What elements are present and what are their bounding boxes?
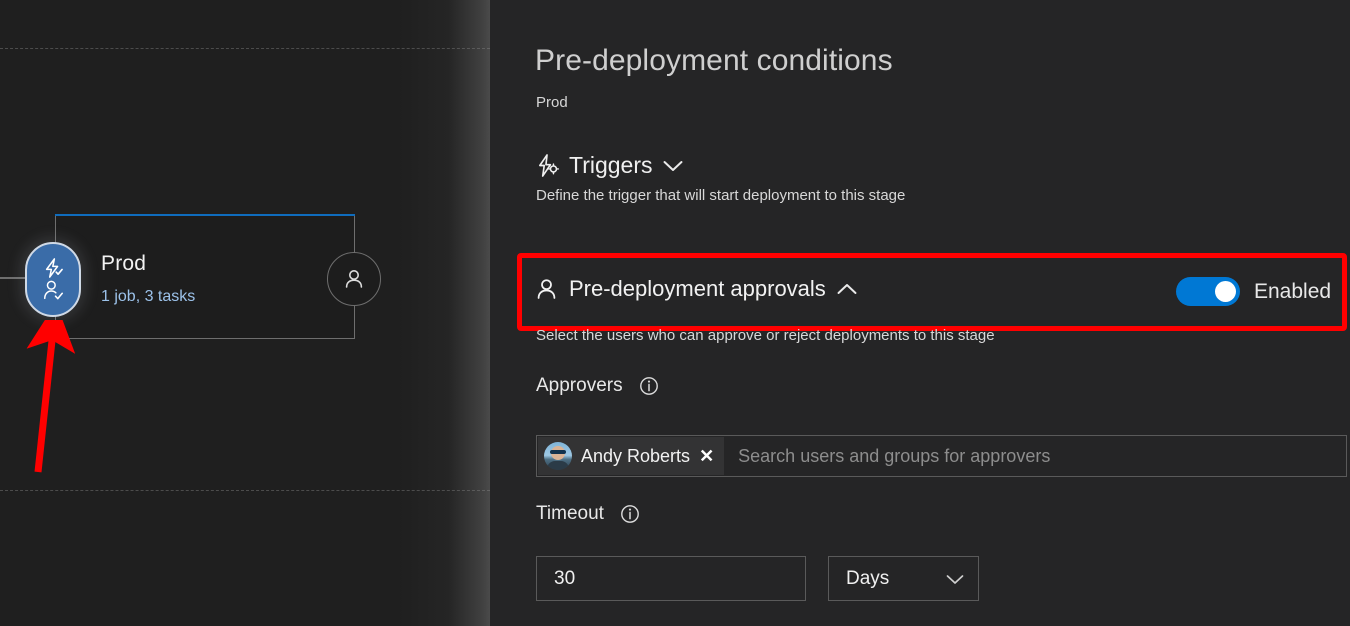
timeout-value: 30 [554, 567, 576, 589]
person-icon [534, 277, 559, 302]
pre-deployment-conditions-badge[interactable] [25, 242, 81, 317]
approvers-search-placeholder[interactable]: Search users and groups for approvers [738, 446, 1050, 467]
stage-card-prod[interactable] [55, 216, 355, 339]
canvas-dashed-rail-top [0, 48, 490, 49]
chevron-down-icon[interactable] [945, 573, 965, 585]
lightning-check-icon [42, 258, 64, 278]
approvers-label: Approvers [536, 375, 623, 396]
chevron-down-icon[interactable] [662, 159, 684, 173]
avatar [544, 442, 572, 470]
approver-chip[interactable]: Andy Roberts ✕ [538, 437, 725, 475]
stage-name-label: Prod [101, 252, 147, 275]
trigger-lightning-gear-icon [535, 153, 560, 178]
panel-edge-shadow [398, 0, 490, 626]
toggle-knob [1215, 281, 1236, 302]
triggers-label: Triggers [569, 152, 653, 178]
person-check-icon [42, 280, 65, 301]
red-arrow-annotation [26, 320, 76, 473]
timeout-label-row: Timeout [536, 503, 640, 525]
page-title: Pre-deployment conditions [535, 44, 893, 77]
pre-deployment-approvals-header[interactable]: Pre-deployment approvals [534, 276, 858, 302]
approver-name: Andy Roberts [581, 445, 691, 466]
toggle-state-label: Enabled [1254, 279, 1332, 303]
triggers-description: Define the trigger that will start deplo… [536, 187, 906, 204]
chevron-up-icon[interactable] [836, 282, 858, 296]
pre-deployment-approvals-label: Pre-deployment approvals [569, 276, 826, 301]
close-icon[interactable]: ✕ [699, 447, 714, 465]
person-icon [342, 267, 366, 291]
timeout-unit-select[interactable]: Days [828, 556, 979, 601]
canvas-dashed-rail-bottom [0, 490, 490, 491]
page-subtitle-stage-name: Prod [536, 94, 568, 111]
toggle-track[interactable] [1176, 277, 1240, 306]
post-deployment-approvals-badge[interactable] [327, 252, 381, 306]
pre-deployment-approvals-description: Select the users who can approve or reje… [536, 327, 995, 344]
pre-deployment-conditions-panel: Pre-deployment conditions Prod Triggers [490, 0, 1350, 626]
approvers-input[interactable]: Andy Roberts ✕ Search users and groups f… [536, 435, 1347, 477]
info-icon[interactable] [620, 504, 640, 524]
timeout-unit-value: Days [846, 567, 890, 589]
stage-jobs-tasks-link[interactable]: 1 job, 3 tasks [101, 288, 195, 306]
pipeline-canvas[interactable]: Prod 1 job, 3 tasks [0, 0, 490, 626]
timeout-value-input[interactable]: 30 [536, 556, 806, 601]
approvers-label-row: Approvers [536, 375, 659, 397]
pre-deployment-approvals-toggle[interactable]: Enabled [1176, 277, 1331, 306]
release-pipeline-screen: Prod 1 job, 3 tasks Pre-deployment condi… [0, 0, 1350, 626]
info-icon[interactable] [639, 376, 659, 396]
triggers-section-header[interactable]: Triggers [535, 152, 684, 179]
timeout-label: Timeout [536, 503, 604, 524]
